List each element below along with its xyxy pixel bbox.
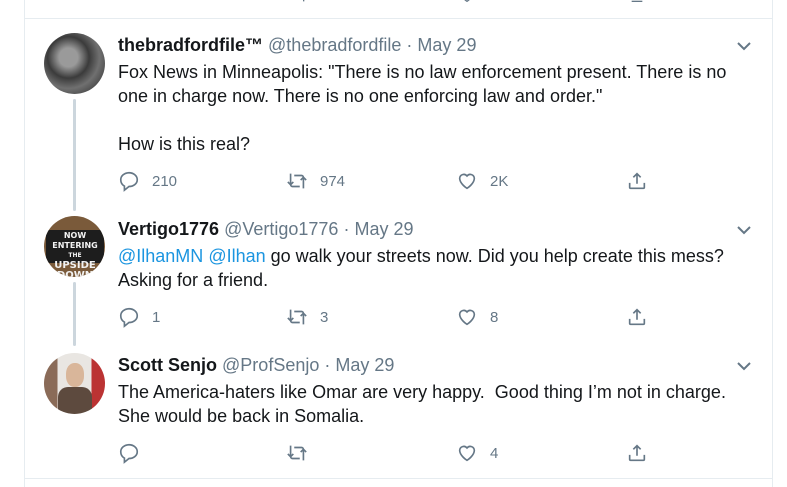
heart-icon [458,445,476,462]
thread-connector [73,99,76,211]
share-button[interactable] [626,305,648,329]
avatar-sign: NOW ENTERING THE UPSIDE DOWN [46,230,104,277]
reply-icon [119,307,139,328]
heart-icon [458,309,476,326]
like-button[interactable]: 8 [456,305,498,329]
reply-count: 1 [152,308,161,326]
heart-icon[interactable] [456,0,478,9]
like-count: 8 [490,308,499,326]
author-handle[interactable]: @thebradfordfile [268,35,401,55]
tweet-date[interactable]: May 29 [417,35,476,55]
tweet-text-line: Asking for a friend. [118,270,269,290]
share-icon[interactable] [626,0,648,9]
retweet-button[interactable]: 974 [286,169,345,193]
author-name[interactable]: Vertigo1776 [118,219,219,239]
like-button[interactable]: 4 [456,441,498,465]
divider [24,18,773,19]
previous-tweet-actions [0,0,787,4]
separator-dot: · [343,219,350,239]
retweet-icon[interactable] [288,0,310,9]
chevron-down-icon[interactable] [736,222,752,238]
retweet-count: 3 [320,308,329,326]
retweet-button[interactable]: 3 [286,305,328,329]
tweet-text: Fox News in Minneapolis: "There is no la… [118,62,727,154]
separator-dot: · [324,355,331,375]
author-name[interactable]: thebradfordfile™ [118,35,263,55]
reply-button[interactable]: 1 [118,305,160,329]
heart-icon [458,173,476,190]
author-name[interactable]: Scott Senjo [118,355,217,375]
thread-connector [73,282,76,346]
retweet-count: 974 [320,172,346,190]
chevron-down-icon[interactable] [736,38,752,54]
share-button[interactable] [626,441,648,465]
reply-count: 210 [152,172,178,190]
author-handle[interactable]: @ProfSenjo [222,355,319,375]
tweet-header: thebradfordfile™ @thebradfordfile · May … [118,35,476,56]
reply-icon [119,171,139,192]
retweet-icon [287,445,307,461]
divider [24,478,773,479]
share-icon [628,308,646,326]
avatar[interactable] [44,33,105,94]
mention-link[interactable]: @Ilhan [208,246,265,266]
like-count: 2K [490,172,509,190]
tweet-text: @IlhanMN @Ilhan go walk your streets now… [118,244,724,292]
chevron-down-icon[interactable] [736,358,752,374]
share-icon [628,444,646,462]
timeline-border-left [24,0,25,487]
tweet-header: Scott Senjo @ProfSenjo · May 29 [118,355,394,376]
mention-link[interactable]: @IlhanMN [118,246,203,266]
tweet-text-line: go walk your streets now. Did you help c… [265,246,724,266]
share-button[interactable] [626,169,648,193]
avatar[interactable]: NOW ENTERING THE UPSIDE DOWN [44,216,105,277]
like-button[interactable]: 2K [456,169,508,193]
retweet-icon [287,309,307,325]
reply-icon [119,443,139,464]
retweet-button[interactable] [286,441,320,465]
retweet-icon [287,173,307,189]
reply-button[interactable] [118,441,152,465]
author-handle[interactable]: @Vertigo1776 [224,219,338,239]
tweet-date[interactable]: May 29 [335,355,394,375]
reply-button[interactable]: 210 [118,169,177,193]
separator-dot: · [406,35,413,55]
like-count: 4 [490,444,499,462]
tweet-date[interactable]: May 29 [354,219,413,239]
share-icon [628,172,646,190]
avatar[interactable] [44,353,105,414]
timeline-border-right [772,0,773,487]
tweet-text: The America-haters like Omar are very ha… [118,382,726,426]
tweet-header: Vertigo1776 @Vertigo1776 · May 29 [118,219,414,240]
